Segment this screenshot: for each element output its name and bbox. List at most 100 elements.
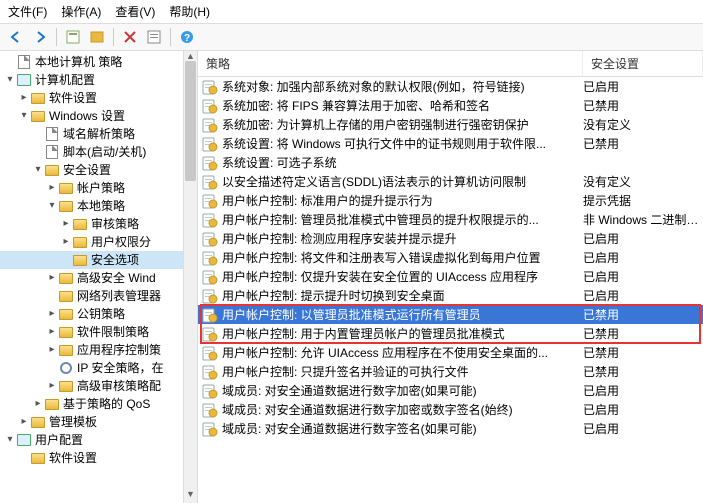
expand-icon[interactable]: ▾ [4,71,16,89]
policy-row[interactable]: 以安全描述符定义语言(SDDL)语法表示的计算机访问限制没有定义 [198,172,703,191]
policy-row[interactable]: 域成员: 对安全通道数据进行数字加密(如果可能)已启用 [198,381,703,400]
policy-row[interactable]: 系统对象: 加强内部系统对象的默认权限(例如，符号链接)已启用 [198,77,703,96]
tree-item[interactable]: ▸管理模板 [0,413,197,431]
expand-icon[interactable]: ▸ [4,53,16,71]
separator [170,28,171,46]
toolbar: ? [0,24,703,51]
expand-icon[interactable]: ▸ [18,449,30,467]
tree-item[interactable]: ▸ 帐户策略 [0,179,197,197]
expand-icon[interactable]: ▾ [32,161,44,179]
menu-action[interactable]: 操作(A) [61,3,101,20]
delete-button[interactable] [120,27,140,47]
expand-icon[interactable]: ▸ [60,215,72,233]
tree-item[interactable]: ▾计算机配置 [0,71,197,89]
expand-icon[interactable]: ▸ [46,269,58,287]
tree-item[interactable]: ▸软件设置 [0,89,197,107]
policy-name: 用户帐户控制: 管理员批准模式中管理员的提升权限提示的... [222,211,579,228]
policy-row[interactable]: 用户帐户控制: 以管理员批准模式运行所有管理员已禁用 [198,305,703,324]
policy-icon [202,117,218,133]
tree-item[interactable]: ▸本地计算机 策略 [0,53,197,71]
policy-row[interactable]: 系统设置: 可选子系统 [198,153,703,172]
expand-icon[interactable]: ▾ [4,431,16,449]
options-button[interactable] [144,27,164,47]
column-policy[interactable]: 策略 [198,51,583,76]
tree-item[interactable]: ▸高级审核策略配 [0,377,197,395]
policy-value: 已启用 [579,268,699,285]
expand-icon[interactable]: ▸ [46,359,58,377]
column-security[interactable]: 安全设置 [583,51,703,76]
tree-item-label: 帐户策略 [77,179,125,197]
expand-icon[interactable]: ▸ [60,251,72,269]
policy-name: 用户帐户控制: 只提升签名并验证的可执行文件 [222,363,579,380]
menu-help[interactable]: 帮助(H) [169,3,210,20]
tree-item-label: 域名解析策略 [63,125,135,143]
tree-item[interactable]: ▾Windows 设置 [0,107,197,125]
policy-value: 没有定义 [579,116,699,133]
policy-icon [202,421,218,437]
policy-name: 用户帐户控制: 提示提升时切换到安全桌面 [222,287,579,304]
policy-row[interactable]: 用户帐户控制: 将文件和注册表写入错误虚拟化到每用户位置已启用 [198,248,703,267]
properties-button[interactable] [63,27,83,47]
expand-icon[interactable]: ▸ [46,341,58,359]
scroll-thumb[interactable] [185,61,196,181]
expand-icon[interactable]: ▸ [32,125,44,143]
policy-row[interactable]: 系统加密: 将 FIPS 兼容算法用于加密、哈希和签名已禁用 [198,96,703,115]
expand-icon[interactable]: ▸ [60,233,72,251]
help-button[interactable]: ? [177,27,197,47]
policy-value: 已启用 [579,78,699,95]
tree-item-label: 用户权限分 [91,233,151,251]
tree-item-label: 应用程序控制策 [77,341,161,359]
policy-icon [202,269,218,285]
tree-item-label: 用户配置 [35,431,83,449]
tree-scrollbar[interactable]: ▲ ▼ [183,51,197,503]
policy-row[interactable]: 用户帐户控制: 标准用户的提升提示行为提示凭据 [198,191,703,210]
scroll-down-icon[interactable]: ▼ [184,489,197,503]
export-button[interactable] [87,27,107,47]
expand-icon[interactable]: ▸ [18,89,30,107]
tree-item[interactable]: ▾本地策略 [0,197,197,215]
policy-row[interactable]: 用户帐户控制: 管理员批准模式中管理员的提升权限提示的...非 Windows … [198,210,703,229]
tree-item[interactable]: ▸基于策略的 QoS [0,395,197,413]
expand-icon[interactable]: ▸ [46,179,58,197]
expand-icon[interactable]: ▾ [46,197,58,215]
policy-row[interactable]: 域成员: 对安全通道数据进行数字加密或数字签名(始终)已启用 [198,400,703,419]
expand-icon[interactable]: ▸ [46,323,58,341]
tree-item[interactable]: ▸公钥策略 [0,305,197,323]
expand-icon[interactable]: ▸ [18,413,30,431]
expand-icon[interactable]: ▸ [46,287,58,305]
policy-row[interactable]: 用户帐户控制: 检测应用程序安装并提示提升已启用 [198,229,703,248]
tree-item[interactable]: ▸ 应用程序控制策 [0,341,197,359]
list-header: 策略 安全设置 [198,51,703,77]
expand-icon[interactable]: ▾ [18,107,30,125]
policy-row[interactable]: 用户帐户控制: 仅提升安装在安全位置的 UIAccess 应用程序已启用 [198,267,703,286]
list-body: 系统对象: 加强内部系统对象的默认权限(例如，符号链接)已启用系统加密: 将 F… [198,77,703,438]
menu-file[interactable]: 文件(F) [8,3,47,20]
policy-row[interactable]: 用户帐户控制: 只提升签名并验证的可执行文件已禁用 [198,362,703,381]
tree-item[interactable]: ▸网络列表管理器 [0,287,197,305]
policy-icon [202,383,218,399]
expand-icon[interactable]: ▸ [46,377,58,395]
tree-item[interactable]: ▸高级安全 Wind [0,269,197,287]
tree-item[interactable]: ▸软件限制策略 [0,323,197,341]
tree-item[interactable]: ▸软件设置 [0,449,197,467]
tree-item[interactable]: ▸审核策略 [0,215,197,233]
tree-item[interactable]: ▾安全设置 [0,161,197,179]
policy-row[interactable]: 系统设置: 将 Windows 可执行文件中的证书规则用于软件限...已禁用 [198,134,703,153]
tree-item[interactable]: ▸ 域名解析策略 [0,125,197,143]
tree-item[interactable]: ▾ 用户配置 [0,431,197,449]
expand-icon[interactable]: ▸ [32,395,44,413]
policy-row[interactable]: 用户帐户控制: 用于内置管理员帐户的管理员批准模式已禁用 [198,324,703,343]
policy-row[interactable]: 用户帐户控制: 提示提升时切换到安全桌面已启用 [198,286,703,305]
menu-view[interactable]: 查看(V) [115,3,155,20]
tree-item[interactable]: ▸安全选项 [0,251,197,269]
tree-item[interactable]: ▸IP 安全策略，在 [0,359,197,377]
tree-item[interactable]: ▸ 用户权限分 [0,233,197,251]
expand-icon[interactable]: ▸ [32,143,44,161]
policy-row[interactable]: 域成员: 对安全通道数据进行数字签名(如果可能)已启用 [198,419,703,438]
forward-button[interactable] [30,27,50,47]
back-button[interactable] [6,27,26,47]
expand-icon[interactable]: ▸ [46,305,58,323]
policy-row[interactable]: 用户帐户控制: 允许 UIAccess 应用程序在不使用安全桌面的...已禁用 [198,343,703,362]
tree-item[interactable]: ▸脚本(启动/关机) [0,143,197,161]
policy-row[interactable]: 系统加密: 为计算机上存储的用户密钥强制进行强密钥保护没有定义 [198,115,703,134]
